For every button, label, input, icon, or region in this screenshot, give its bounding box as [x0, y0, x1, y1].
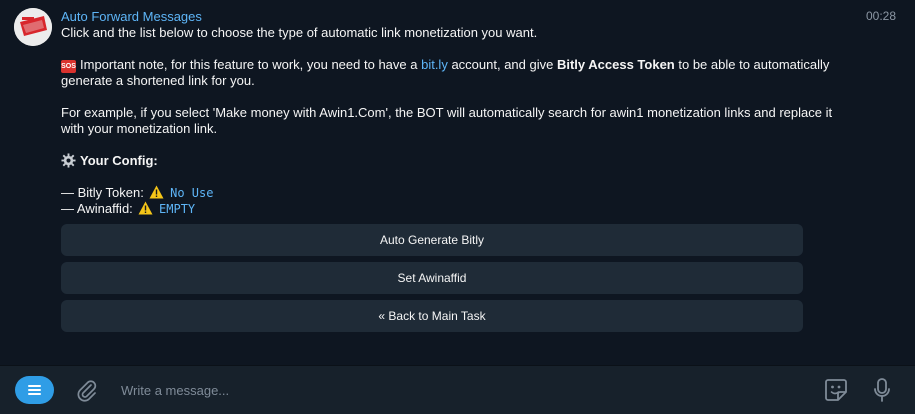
awin-config-row: — Awinaffid: EMPTY	[61, 201, 851, 217]
auto-generate-bitly-button[interactable]: Auto Generate Bitly	[61, 224, 803, 256]
menu-icon[interactable]	[15, 376, 54, 404]
bitly-value: No Use	[170, 186, 214, 200]
inline-keyboard: Auto Generate Bitly Set Awinaffid « Back…	[61, 224, 803, 338]
message-input[interactable]: Write a message...	[121, 383, 229, 398]
awin-label: — Awinaffid:	[61, 201, 137, 216]
attach-icon[interactable]	[75, 378, 97, 407]
chat-area: 00:28 Auto Forward Messages Click and th…	[0, 0, 915, 365]
warning-icon	[138, 201, 153, 215]
set-awinaffid-button[interactable]: Set Awinaffid	[61, 262, 803, 294]
intro-line: Click and the list below to choose the t…	[61, 25, 538, 40]
sticker-icon[interactable]	[823, 377, 849, 408]
bot-avatar[interactable]	[14, 8, 52, 46]
message-composer: Write a message...	[0, 365, 915, 414]
gear-icon	[61, 153, 76, 168]
config-heading: Your Config:	[61, 153, 851, 169]
config-title: Your Config:	[80, 153, 158, 168]
bitly-config-row: — Bitly Token: No Use	[61, 185, 851, 201]
bitly-link[interactable]: bit.ly	[421, 57, 448, 72]
back-to-main-task-button[interactable]: « Back to Main Task	[61, 300, 803, 332]
sender-name[interactable]: Auto Forward Messages	[61, 8, 851, 25]
example-text: For example, if you select 'Make money w…	[61, 105, 833, 136]
message-text: Click and the list below to choose the t…	[61, 25, 851, 217]
note-bold: Bitly Access Token	[556, 57, 675, 72]
warning-icon	[149, 185, 164, 199]
note-prefix: Important note, for this feature to work…	[80, 57, 422, 72]
note-middle: account, and give	[447, 57, 557, 72]
awin-value: EMPTY	[159, 202, 196, 216]
message-time: 00:28	[865, 9, 896, 23]
message-bubble: Auto Forward Messages Click and the list…	[61, 8, 851, 217]
important-note: SOS Important note, for this feature to w…	[61, 57, 851, 89]
bitly-label: — Bitly Token:	[61, 185, 148, 200]
sos-icon: SOS	[61, 60, 76, 73]
microphone-icon[interactable]	[872, 377, 892, 408]
